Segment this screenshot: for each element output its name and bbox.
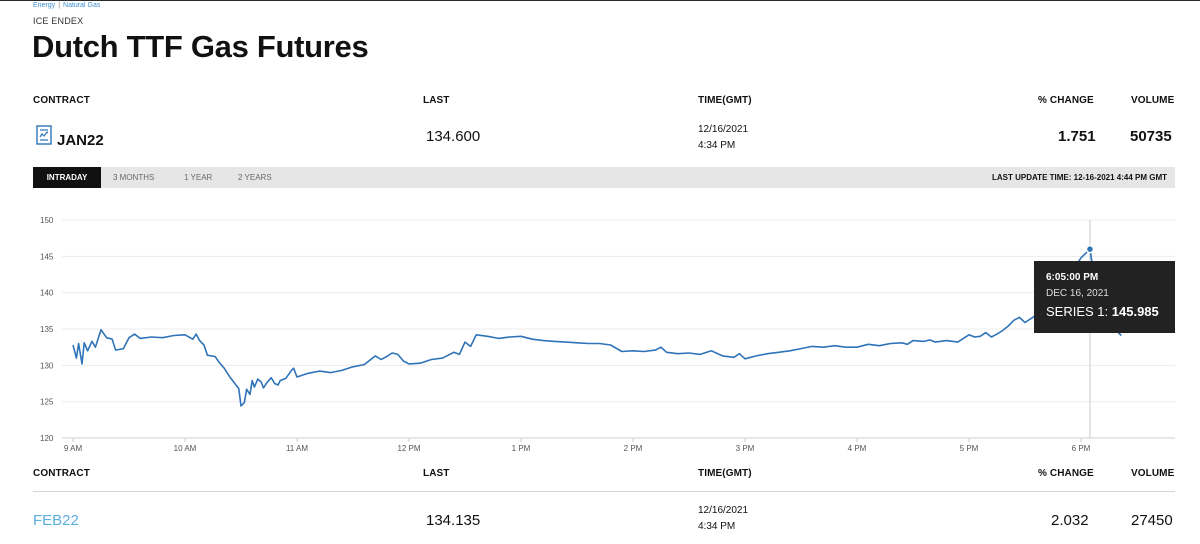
column-header-contract-2: CONTRACT [33,468,90,479]
column-header-change-2: % CHANGE [1038,468,1094,479]
column-header-contract: CONTRACT [33,95,90,106]
tooltip-date: DEC 16, 2021 [1046,288,1109,299]
column-header-time-2: TIME(GMT) [698,468,752,479]
row-time-2: 4:34 PM [698,521,736,532]
page-title: Dutch TTF Gas Futures [32,29,369,64]
tab-2-years[interactable]: 2 YEARS [238,167,272,188]
tab-1-year[interactable]: 1 YEAR [184,167,212,188]
range-tab-bar: INTRADAY 3 MONTHS 1 YEAR 2 YEARS LAST UP… [33,167,1175,188]
row-last: 134.600 [426,128,481,145]
column-header-time: TIME(GMT) [698,95,752,106]
tab-intraday[interactable]: INTRADAY [33,167,101,188]
x-tick-label: 10 AM [174,444,197,453]
tooltip-series-label: SERIES 1: [1046,304,1109,319]
x-tick-label: 9 AM [64,444,83,453]
y-tick-label: 135 [40,325,54,334]
tooltip-series: SERIES 1: 145.985 [1046,304,1159,319]
chart-grid [62,219,1175,439]
exchange-source: ICE ENDEX [33,16,84,26]
row-change: 1.751 [1058,128,1096,145]
x-tick-label: 6 PM [1072,444,1091,453]
column-header-last: LAST [423,95,450,106]
y-axis: 120 125 130 135 140 145 150 [40,216,54,443]
y-tick-label: 140 [40,289,54,298]
y-tick-label: 125 [40,398,54,407]
x-tick-label: 11 AM [286,444,308,453]
row-divider [33,491,1175,492]
x-tick-label: 4 PM [848,444,867,453]
breadcrumb-natural-gas[interactable]: Natural Gas [63,2,100,9]
y-tick-label: 150 [40,216,54,225]
tab-3-months[interactable]: 3 MONTHS [113,167,154,188]
intraday-price-chart[interactable]: 120 125 130 135 140 145 150 9 AM 10 AM 11 AM 12 P… [0,200,1200,458]
column-header-change: % CHANGE [1038,95,1094,106]
hover-data-point[interactable] [1085,244,1095,254]
last-update-time: LAST UPDATE TIME: 12-16-2021 4:44 PM GMT [992,173,1167,182]
row-date-2: 12/16/2021 [698,505,749,516]
x-tick-label: 2 PM [624,444,643,453]
column-header-last-2: LAST [423,468,450,479]
y-tick-label: 145 [40,252,54,261]
row-volume: 50735 [1130,128,1172,145]
tooltip-series-value: 145.985 [1111,304,1159,319]
series-1-line[interactable] [72,248,1122,407]
y-tick-label: 130 [40,361,54,370]
row-date: 12/16/2021 [698,124,749,135]
row-contract[interactable]: JAN22 [57,132,104,149]
x-tick-label: 3 PM [736,444,755,453]
row-last-2: 134.135 [426,512,481,529]
tooltip-time: 6:05:00 PM [1046,272,1099,283]
x-tick-label: 1 PM [512,444,531,453]
row-volume-2: 27450 [1131,512,1173,529]
breadcrumb: Energy | Natural Gas [33,2,100,9]
breadcrumb-energy[interactable]: Energy [33,2,55,9]
chart-tooltip: 6:05:00 PM DEC 16, 2021 SERIES 1: 145.98… [1034,261,1175,333]
top-border [0,0,1200,1]
x-axis: 9 AM 10 AM 11 AM 12 PM 1 PM 2 PM 3 PM 4 PM 5 PM 6… [64,438,1091,453]
row-change-2: 2.032 [1051,512,1089,529]
y-tick-label: 120 [40,434,54,443]
document-chart-icon[interactable] [36,125,52,145]
breadcrumb-separator: | [58,2,61,9]
row-contract-link[interactable]: FEB22 [33,512,79,529]
x-tick-label: 12 PM [397,444,420,453]
x-tick-label: 5 PM [960,444,979,453]
row-time: 4:34 PM [698,140,736,151]
column-header-volume: VOLUME [1131,95,1175,106]
column-header-volume-2: VOLUME [1131,468,1175,479]
